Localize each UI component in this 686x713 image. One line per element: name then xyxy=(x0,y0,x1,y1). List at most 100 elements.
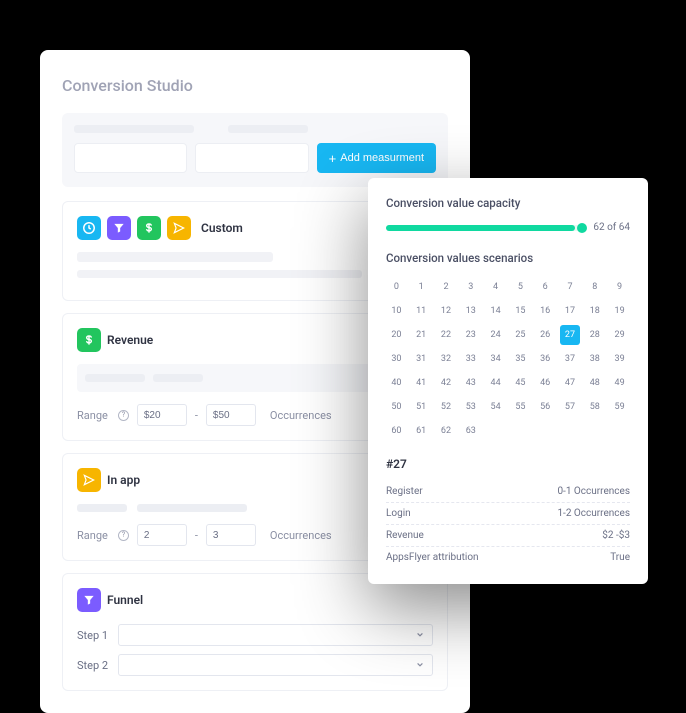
revenue-from-input[interactable] xyxy=(137,404,187,426)
scenario-cell[interactable]: 61 xyxy=(411,421,432,441)
scenario-cell[interactable]: 8 xyxy=(584,277,605,297)
scenario-cell[interactable]: 36 xyxy=(535,349,556,369)
page-title: Conversion Studio xyxy=(62,76,448,95)
scenario-cell[interactable]: 51 xyxy=(411,397,432,417)
scenario-cell[interactable]: 17 xyxy=(560,301,581,321)
scenario-cell[interactable]: 15 xyxy=(510,301,531,321)
scenario-detail-title: #27 xyxy=(386,457,630,471)
scenario-cell[interactable]: 35 xyxy=(510,349,531,369)
revenue-range-label: Range xyxy=(77,409,108,422)
scenario-cell[interactable]: 43 xyxy=(460,373,481,393)
scenario-cell[interactable]: 13 xyxy=(460,301,481,321)
add-measurement-label: Add measurment xyxy=(340,152,424,164)
capacity-title: Conversion value capacity xyxy=(386,196,630,210)
help-icon[interactable]: ? xyxy=(118,530,129,541)
dollar-icon xyxy=(137,216,161,240)
scenario-cell[interactable]: 21 xyxy=(411,325,432,345)
scenario-cell[interactable]: 39 xyxy=(609,349,630,369)
scenario-cell[interactable]: 52 xyxy=(436,397,457,417)
scenario-cell[interactable]: 4 xyxy=(485,277,506,297)
scenario-cell[interactable]: 2 xyxy=(436,277,457,297)
section-inapp-label: In app xyxy=(107,473,140,487)
inapp-to-input[interactable] xyxy=(206,524,256,546)
scenario-cell[interactable]: 11 xyxy=(411,301,432,321)
plus-icon: + xyxy=(329,152,337,165)
scenario-cell[interactable]: 57 xyxy=(560,397,581,417)
scenario-cell[interactable]: 63 xyxy=(460,421,481,441)
detail-row: AppsFlyer attributionTrue xyxy=(386,547,630,568)
scenario-cell[interactable]: 14 xyxy=(485,301,506,321)
scenario-cell[interactable]: 18 xyxy=(584,301,605,321)
scenario-cell[interactable]: 24 xyxy=(485,325,506,345)
capacity-panel: Conversion value capacity 62 of 64 Conve… xyxy=(368,178,648,584)
scenario-cell[interactable]: 1 xyxy=(411,277,432,297)
revenue-to-input[interactable] xyxy=(206,404,256,426)
scenario-cell[interactable]: 16 xyxy=(535,301,556,321)
funnel-icon xyxy=(77,588,101,612)
section-funnel: Funnel Step 1 Step 2 xyxy=(62,573,448,691)
scenario-cell[interactable]: 40 xyxy=(386,373,407,393)
scenario-cell[interactable]: 3 xyxy=(460,277,481,297)
detail-row: Login1-2 Occurrences xyxy=(386,503,630,525)
scenario-cell[interactable]: 46 xyxy=(535,373,556,393)
funnel-step2-dropdown[interactable] xyxy=(118,654,433,676)
scenario-cell[interactable]: 7 xyxy=(560,277,581,297)
chevron-down-icon xyxy=(416,661,424,669)
scenario-cell[interactable]: 12 xyxy=(436,301,457,321)
scenario-cell[interactable]: 54 xyxy=(485,397,506,417)
scenario-cell[interactable]: 0 xyxy=(386,277,407,297)
scenario-cell[interactable]: 50 xyxy=(386,397,407,417)
funnel-step1-dropdown[interactable] xyxy=(118,624,433,646)
scenario-cell[interactable]: 59 xyxy=(609,397,630,417)
scenario-cell[interactable]: 9 xyxy=(609,277,630,297)
scenario-cell[interactable]: 26 xyxy=(535,325,556,345)
scenario-cell[interactable]: 53 xyxy=(460,397,481,417)
scenario-cell[interactable]: 19 xyxy=(609,301,630,321)
scenario-cell[interactable]: 44 xyxy=(485,373,506,393)
scenario-cell[interactable]: 27 xyxy=(560,325,581,345)
send-icon xyxy=(77,468,101,492)
scenario-cell[interactable]: 47 xyxy=(560,373,581,393)
add-measurement-button[interactable]: + Add measurment xyxy=(317,143,436,173)
send-icon xyxy=(167,216,191,240)
clock-icon xyxy=(77,216,101,240)
scenario-cell[interactable]: 42 xyxy=(436,373,457,393)
scenario-cell[interactable]: 34 xyxy=(485,349,506,369)
scenario-cell[interactable]: 25 xyxy=(510,325,531,345)
scenario-cell[interactable]: 20 xyxy=(386,325,407,345)
scenario-cell[interactable]: 29 xyxy=(609,325,630,345)
scenario-cell[interactable]: 58 xyxy=(584,397,605,417)
scenario-cell[interactable]: 62 xyxy=(436,421,457,441)
scenario-cell[interactable]: 38 xyxy=(584,349,605,369)
scenario-cell[interactable]: 5 xyxy=(510,277,531,297)
scenario-cell[interactable]: 49 xyxy=(609,373,630,393)
scenario-cell[interactable]: 28 xyxy=(584,325,605,345)
scenario-grid: 0123456789101112131415161718192021222324… xyxy=(386,277,630,441)
section-revenue-label: Revenue xyxy=(107,333,153,347)
measure-input-1[interactable] xyxy=(74,143,187,173)
scenario-cell[interactable]: 30 xyxy=(386,349,407,369)
scenario-cell[interactable]: 33 xyxy=(460,349,481,369)
detail-row: Register0-1 Occurrences xyxy=(386,481,630,503)
scenarios-title: Conversion values scenarios xyxy=(386,251,630,265)
scenario-cell[interactable]: 31 xyxy=(411,349,432,369)
scenario-cell[interactable]: 32 xyxy=(436,349,457,369)
scenario-cell[interactable]: 22 xyxy=(436,325,457,345)
chevron-down-icon xyxy=(416,631,424,639)
scenario-cell[interactable]: 56 xyxy=(535,397,556,417)
scenario-cell[interactable]: 23 xyxy=(460,325,481,345)
scenario-cell[interactable]: 45 xyxy=(510,373,531,393)
scenario-cell[interactable]: 37 xyxy=(560,349,581,369)
scenario-cell[interactable]: 41 xyxy=(411,373,432,393)
help-icon[interactable]: ? xyxy=(118,410,129,421)
scenario-cell[interactable]: 48 xyxy=(584,373,605,393)
scenario-cell[interactable]: 60 xyxy=(386,421,407,441)
scenario-cell[interactable]: 55 xyxy=(510,397,531,417)
scenario-cell[interactable]: 10 xyxy=(386,301,407,321)
capacity-text: 62 of 64 xyxy=(593,222,630,233)
detail-row: Revenue$2 -$3 xyxy=(386,525,630,547)
funnel-step1-label: Step 1 xyxy=(77,629,108,642)
scenario-cell[interactable]: 6 xyxy=(535,277,556,297)
measure-input-2[interactable] xyxy=(195,143,308,173)
inapp-from-input[interactable] xyxy=(137,524,187,546)
